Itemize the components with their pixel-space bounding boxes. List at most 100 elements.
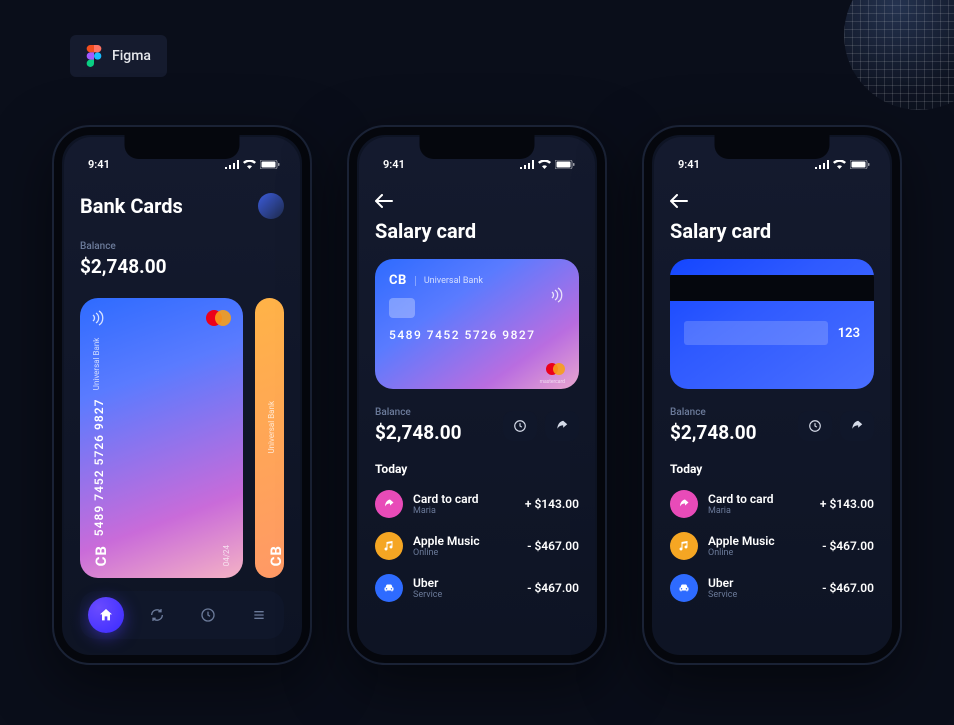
mastercard-logo (546, 363, 565, 375)
share-button[interactable] (545, 411, 579, 441)
balance-block: Balance $2,748.00 (80, 241, 284, 278)
page-title: Salary card (375, 219, 579, 243)
phone-3: 9:41 Salary card 123 (642, 125, 902, 665)
history-icon (200, 607, 216, 623)
music-icon (678, 540, 690, 552)
transaction-row[interactable]: Apple Music Online - $467.00 (670, 532, 874, 560)
status-time: 9:41 (88, 158, 110, 171)
share-icon (850, 419, 864, 433)
card2-bank: Universal Bank (267, 401, 276, 454)
balance-label: Balance (375, 407, 462, 418)
tx-amount: + $143.00 (820, 497, 874, 511)
history-icon (513, 419, 527, 433)
page-title: Salary card (670, 219, 874, 243)
share-icon (555, 419, 569, 433)
share-icon (383, 498, 395, 510)
phone-2: 9:41 Salary card CB Universal Bank (347, 125, 607, 665)
card-number: 5489 7452 5726 9827 (389, 328, 565, 342)
card-actions (798, 411, 874, 441)
balance-amount: $2,748.00 (80, 255, 284, 278)
card-back[interactable]: 123 (670, 259, 874, 389)
decorative-sphere (844, 0, 954, 110)
nav-home[interactable] (88, 597, 124, 633)
battery-icon (850, 160, 870, 169)
notch (125, 135, 240, 159)
status-icons (815, 160, 870, 169)
transaction-row[interactable]: Uber Service - $467.00 (670, 574, 874, 602)
transaction-row[interactable]: Uber Service - $467.00 (375, 574, 579, 602)
card-secondary[interactable]: Universal Bank CB (255, 298, 285, 578)
tx-title: Apple Music (708, 534, 812, 548)
arrow-left-icon (670, 194, 688, 208)
back-button[interactable] (375, 189, 399, 213)
share-button[interactable] (840, 411, 874, 441)
tx-icon-send (670, 490, 698, 518)
nav-history[interactable] (190, 597, 226, 633)
signal-icon (520, 160, 534, 169)
section-today: Today (375, 462, 579, 476)
tx-sub: Online (413, 548, 517, 558)
status-time: 9:41 (678, 158, 700, 171)
tx-title: Apple Music (413, 534, 517, 548)
car-icon (678, 582, 690, 594)
balance-amount: $2,748.00 (670, 421, 757, 444)
status-icons (225, 160, 280, 169)
tx-icon-car (670, 574, 698, 602)
wifi-icon (538, 160, 551, 169)
history-button[interactable] (503, 411, 537, 441)
balance-block: Balance $2,748.00 (375, 407, 462, 444)
avatar[interactable] (258, 193, 284, 219)
tx-title: Uber (413, 576, 517, 590)
nfc-icon (92, 310, 106, 330)
wifi-icon (833, 160, 846, 169)
share-icon (678, 498, 690, 510)
home-icon (98, 607, 114, 623)
battery-icon (555, 160, 575, 169)
tx-amount: - $467.00 (527, 539, 579, 553)
refresh-icon (149, 607, 165, 623)
status-icons (520, 160, 575, 169)
signature-panel (684, 321, 828, 345)
car-icon (383, 582, 395, 594)
menu-icon (251, 607, 267, 623)
tx-sub: Maria (413, 506, 515, 516)
card-bank: Universal Bank (92, 338, 101, 391)
phone-stage: 9:41 Bank Cards Balance $2,748.00 (0, 125, 954, 665)
battery-icon (260, 160, 280, 169)
music-icon (383, 540, 395, 552)
status-time: 9:41 (383, 158, 405, 171)
tx-sub: Service (708, 590, 812, 600)
notch (420, 135, 535, 159)
tx-sub: Maria (708, 506, 810, 516)
back-button[interactable] (670, 189, 694, 213)
transaction-row[interactable]: Card to card Maria + $143.00 (670, 490, 874, 518)
balance-amount: $2,748.00 (375, 421, 462, 444)
arrow-left-icon (375, 194, 393, 208)
chip-icon (389, 298, 415, 318)
card-front[interactable]: CB Universal Bank 5489 7452 5726 9827 ma… (375, 259, 579, 389)
card-brand: mastercard (540, 379, 565, 385)
card-carousel[interactable]: 5489 7452 5726 9827 Universal Bank CB 04… (80, 298, 284, 578)
tx-amount: - $467.00 (527, 581, 579, 595)
transaction-row[interactable]: Card to card Maria + $143.00 (375, 490, 579, 518)
history-icon (808, 419, 822, 433)
tx-amount: - $467.00 (822, 581, 874, 595)
page-title: Bank Cards (80, 194, 183, 218)
section-today: Today (670, 462, 874, 476)
history-button[interactable] (798, 411, 832, 441)
phone-1: 9:41 Bank Cards Balance $2,748.00 (52, 125, 312, 665)
screen-salary-back: 9:41 Salary card 123 (654, 137, 890, 653)
mastercard-logo (206, 310, 231, 326)
nav-refresh[interactable] (139, 597, 175, 633)
tx-icon-send (375, 490, 403, 518)
transaction-row[interactable]: Apple Music Online - $467.00 (375, 532, 579, 560)
card-primary[interactable]: 5489 7452 5726 9827 Universal Bank CB 04… (80, 298, 243, 578)
card2-cb: CB (267, 545, 285, 566)
notch (715, 135, 830, 159)
tx-sub: Service (413, 590, 517, 600)
tx-icon-music (375, 532, 403, 560)
nav-menu[interactable] (241, 597, 277, 633)
card-cb: CB (92, 545, 110, 566)
balance-block: Balance $2,748.00 (670, 407, 757, 444)
bottom-nav (80, 591, 284, 639)
